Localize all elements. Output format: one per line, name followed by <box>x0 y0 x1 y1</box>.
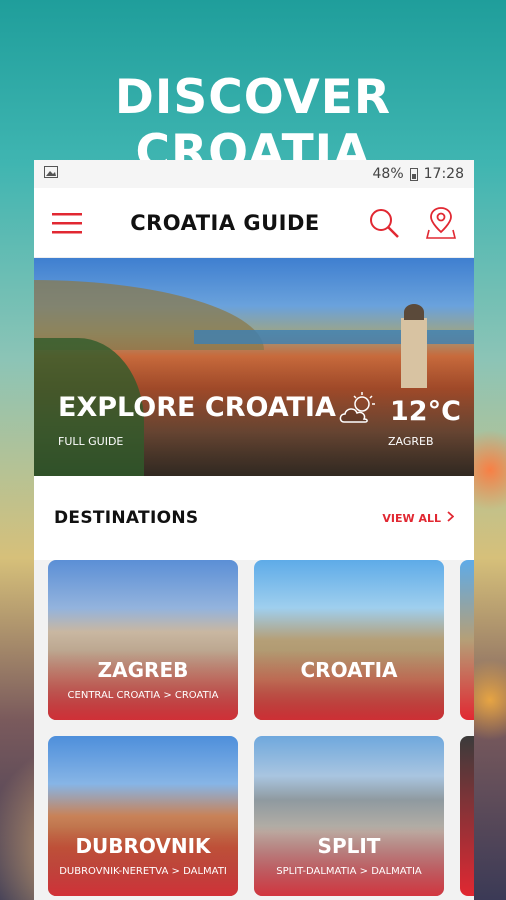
hamburger-menu-icon[interactable] <box>52 212 82 234</box>
destination-region: DUBROVNIK-NERETVA > DALMATI <box>59 866 227 877</box>
explore-hero-banner[interactable]: EXPLORE CROATIA FULL GUIDE 12°C ZAGREB <box>34 258 474 476</box>
map-pin-icon[interactable] <box>425 206 456 240</box>
destination-name: CROATIA <box>300 658 398 682</box>
status-bar: 48% 17:28 <box>34 160 474 188</box>
weather-widget: 12°C <box>338 392 461 430</box>
destination-name: SPLIT <box>317 834 381 858</box>
destinations-grid: ZAGREB CENTRAL CROATIA > CROATIA CROATIA… <box>34 560 474 900</box>
app-bar: CROATIA GUIDE <box>34 188 474 258</box>
app-screen: 48% 17:28 CROATIA GUIDE EXPLORE CROATIA … <box>34 160 474 900</box>
destination-card-zagreb[interactable]: ZAGREB CENTRAL CROATIA > CROATIA <box>48 560 238 720</box>
search-icon[interactable] <box>368 207 400 239</box>
image-notification-icon <box>44 166 58 182</box>
battery-percent: 48% <box>372 166 404 182</box>
battery-icon <box>409 167 418 181</box>
hero-subtitle: FULL GUIDE <box>58 435 124 448</box>
chevron-right-icon <box>447 511 455 525</box>
destination-card-partial[interactable] <box>460 560 474 720</box>
destination-card-split[interactable]: SPLIT SPLIT-DALMATIA > DALMATIA <box>254 736 444 896</box>
temperature: 12°C <box>390 395 461 427</box>
destination-card-partial[interactable] <box>460 736 474 896</box>
destination-name: ZAGREB <box>97 658 189 682</box>
view-all-label: VIEW ALL <box>382 511 441 525</box>
section-title: DESTINATIONS <box>54 508 199 528</box>
destination-region: SPLIT-DALMATIA > DALMATIA <box>276 866 422 877</box>
view-all-link[interactable]: VIEW ALL <box>382 511 455 525</box>
hero-title: EXPLORE CROATIA <box>58 392 336 423</box>
destination-card-dubrovnik[interactable]: DUBROVNIK DUBROVNIK-NERETVA > DALMATI <box>48 736 238 896</box>
destinations-header: DESTINATIONS VIEW ALL <box>34 476 474 560</box>
clock: 17:28 <box>423 166 464 182</box>
weather-city: ZAGREB <box>388 435 434 448</box>
app-title: CROATIA GUIDE <box>130 210 320 235</box>
partly-cloudy-icon <box>338 392 382 430</box>
destination-name: DUBROVNIK <box>75 834 211 858</box>
destination-card-croatia[interactable]: CROATIA <box>254 560 444 720</box>
destination-region: CENTRAL CROATIA > CROATIA <box>67 690 219 701</box>
